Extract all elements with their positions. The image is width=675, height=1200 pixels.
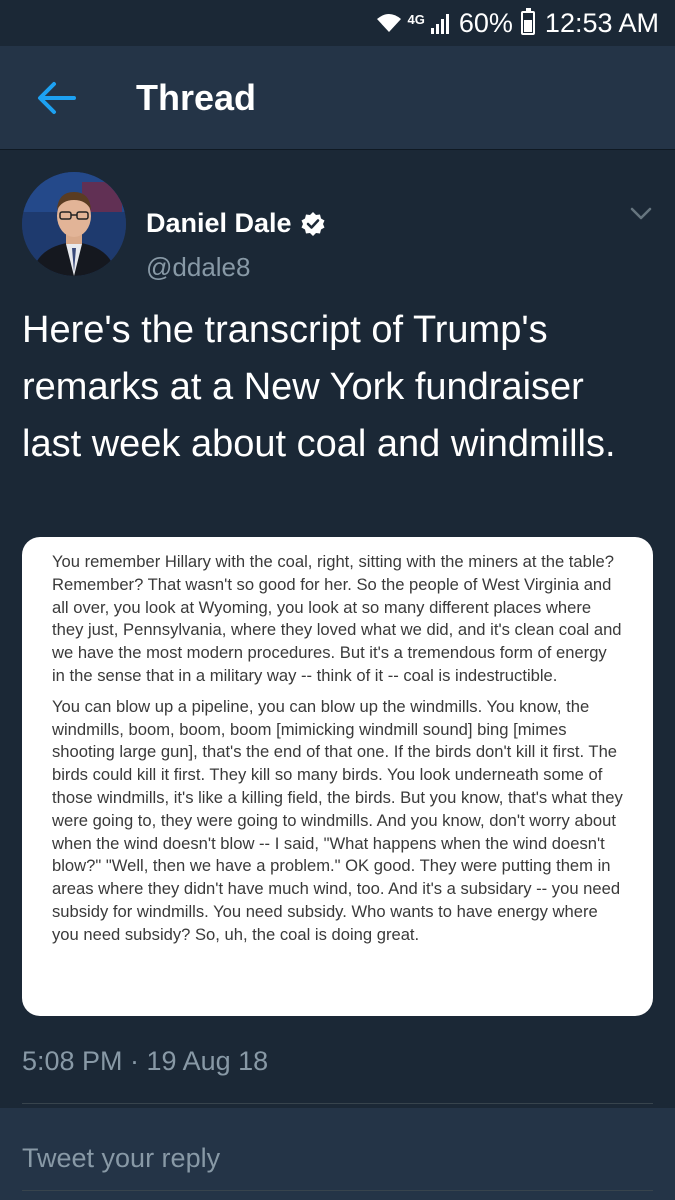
back-arrow-icon (38, 81, 76, 114)
app-header: Thread (0, 46, 675, 150)
tweet-author: Daniel Dale @ddale8 (22, 172, 653, 282)
chevron-down-icon (630, 207, 652, 220)
reply-bar (0, 1108, 675, 1200)
verified-badge-icon (301, 211, 325, 236)
avatar-image (22, 172, 126, 276)
author-name-row[interactable]: Daniel Dale (146, 208, 326, 239)
author-handle[interactable]: @ddale8 (146, 252, 250, 283)
back-button[interactable] (0, 46, 110, 150)
reply-input[interactable] (22, 1136, 653, 1180)
battery-icon (520, 8, 535, 35)
image-paragraph: You can blow up a pipeline, you can blow… (52, 696, 623, 944)
more-options-button[interactable] (629, 206, 653, 227)
wifi-icon (376, 14, 401, 32)
status-bar: 4G 60% 12:53 AM (0, 0, 675, 46)
status-icons: 4G (376, 12, 451, 34)
signal-icon (430, 14, 449, 34)
reply-underline (22, 1190, 653, 1191)
divider (22, 1103, 653, 1104)
tweet-image[interactable]: You remember Hillary with the coal, righ… (22, 537, 653, 1016)
author-name: Daniel Dale (146, 208, 292, 238)
battery-percent: 60% (458, 7, 513, 38)
tweet-text: Here's the transcript of Trump's remarks… (22, 309, 616, 465)
avatar[interactable] (22, 172, 126, 276)
tweet-timestamp: 5:08 PM · 19 Aug 18 (22, 1046, 269, 1076)
image-paragraph: You remember Hillary with the coal, righ… (52, 552, 622, 685)
page-title: Thread (136, 76, 257, 118)
clock: 12:53 AM (544, 7, 659, 38)
network-type: 4G (407, 11, 425, 27)
